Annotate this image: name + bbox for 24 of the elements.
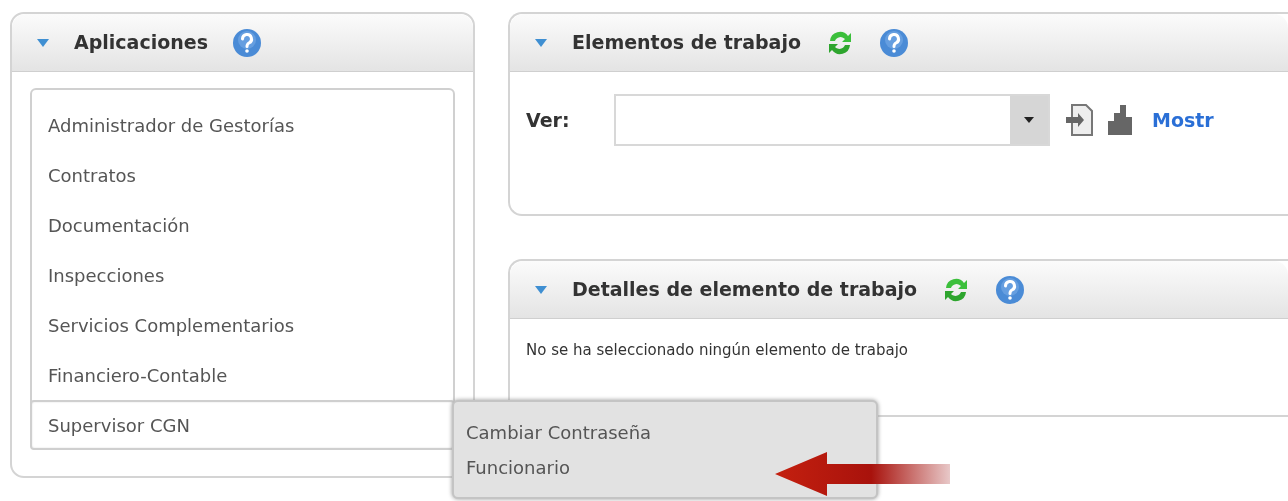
application-item[interactable]: Servicios Complementarios xyxy=(32,300,453,350)
panel-title: Aplicaciones xyxy=(74,30,208,56)
application-item[interactable]: Documentación xyxy=(32,200,453,250)
application-item[interactable]: Contratos xyxy=(32,150,453,200)
menu-item[interactable]: Funcionario xyxy=(466,453,570,481)
view-label: Ver: xyxy=(526,107,571,133)
help-icon[interactable] xyxy=(995,274,1026,305)
document-icon[interactable] xyxy=(1064,103,1096,137)
help-icon[interactable] xyxy=(231,27,262,58)
collapse-icon[interactable] xyxy=(36,37,50,48)
help-icon[interactable] xyxy=(879,27,909,58)
collapse-icon[interactable] xyxy=(534,37,548,48)
caret-icon xyxy=(1024,117,1034,123)
panel-title: Elementos de trabajo xyxy=(572,30,801,56)
show-link[interactable]: Mostr xyxy=(1152,105,1214,135)
panel-title: Detalles de elemento de trabajo xyxy=(572,277,918,303)
application-item[interactable]: Administrador de Gestorías xyxy=(32,100,453,150)
collapse-icon[interactable] xyxy=(534,284,548,295)
empty-message: No se ha seleccionado ningún elemento de trabajo xyxy=(525,340,909,361)
application-item[interactable]: Financiero-Contable xyxy=(32,350,453,400)
application-item[interactable]: Inspecciones xyxy=(32,250,453,300)
arrow-icon xyxy=(775,452,951,496)
application-item[interactable]: Supervisor CGN xyxy=(30,400,455,450)
menu-item[interactable]: Cambiar Contraseña xyxy=(466,418,652,446)
